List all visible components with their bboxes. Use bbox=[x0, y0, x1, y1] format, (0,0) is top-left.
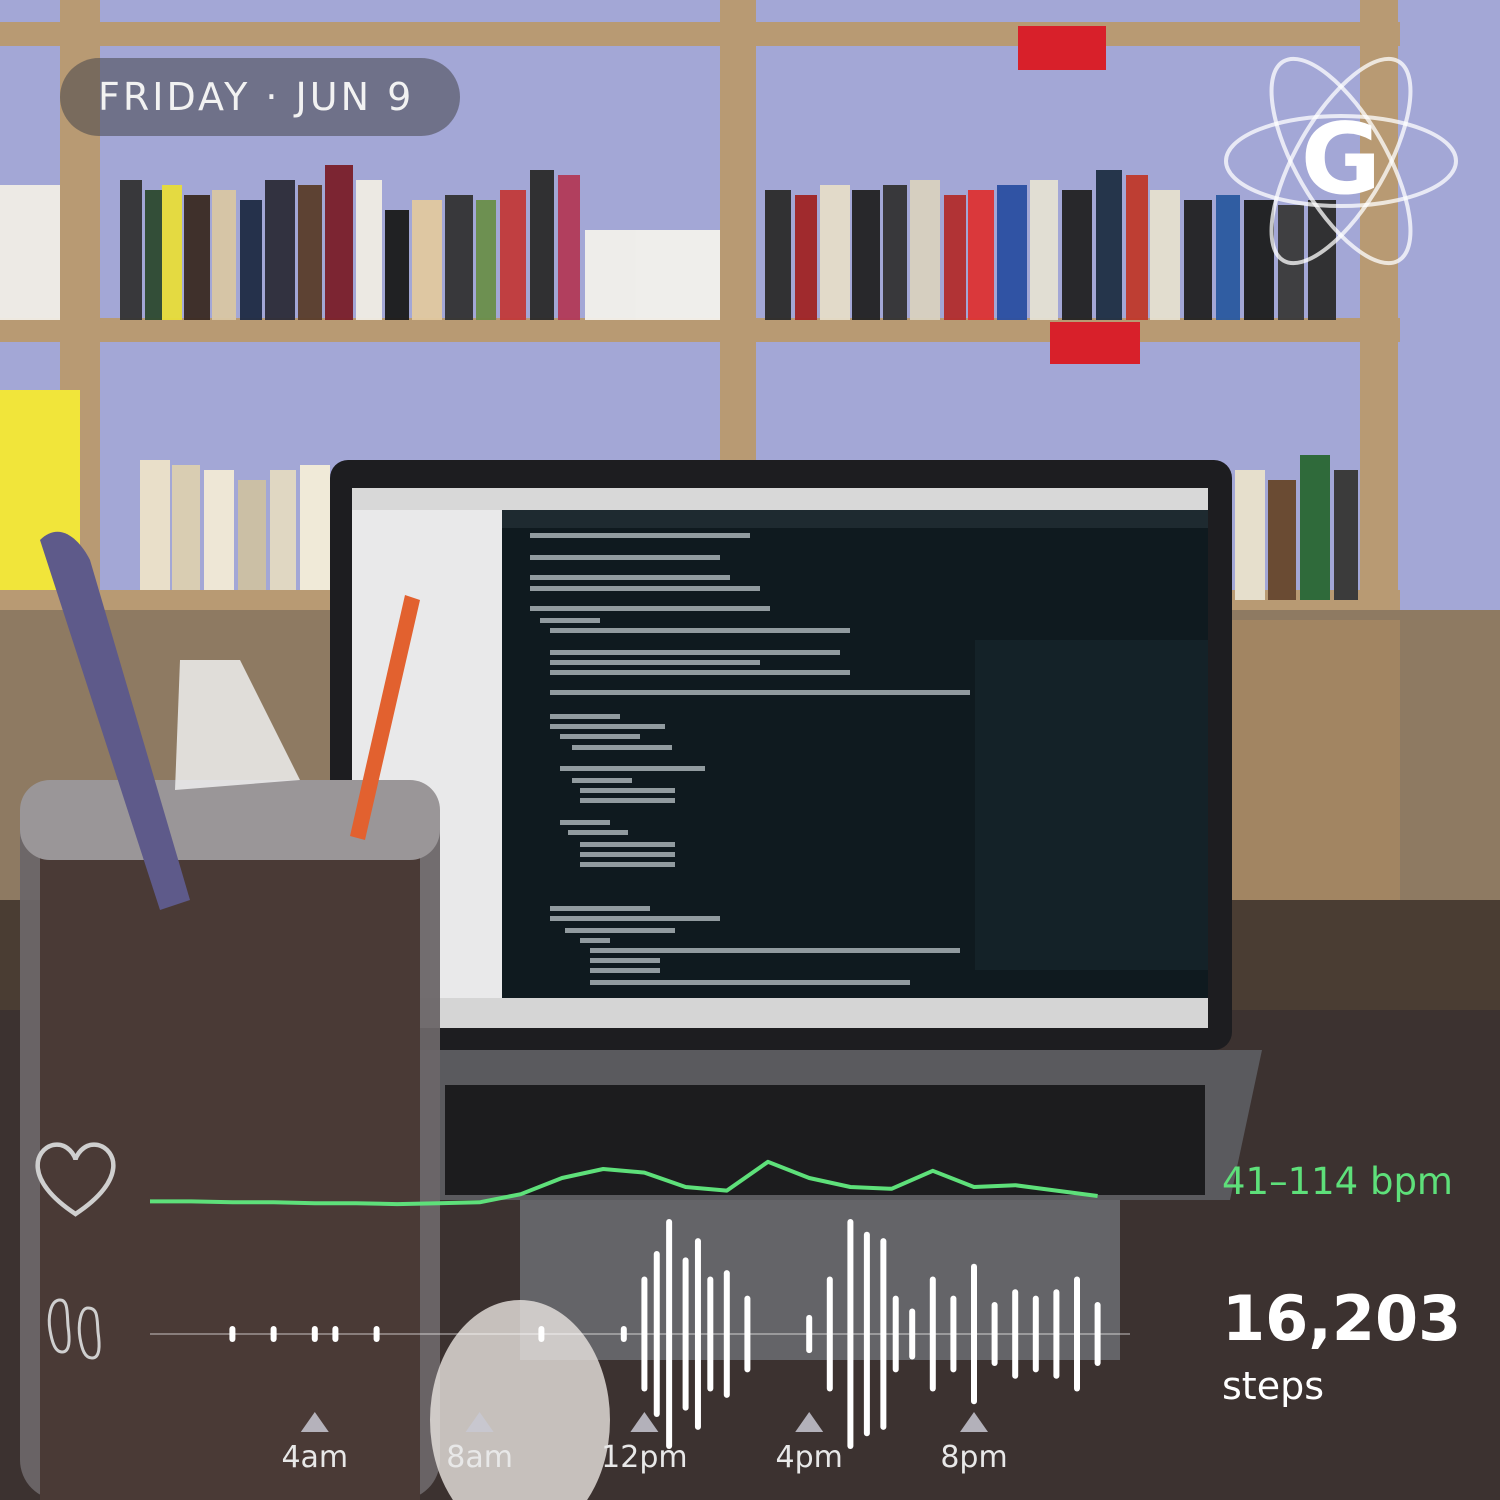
time-marker-icon bbox=[960, 1412, 988, 1432]
steps-bar bbox=[847, 1219, 854, 1449]
steps-bar bbox=[826, 1276, 833, 1392]
steps-bar bbox=[1053, 1289, 1060, 1379]
heart-outline-icon bbox=[35, 1142, 116, 1217]
steps-bar bbox=[863, 1231, 870, 1437]
steps-bar bbox=[641, 1276, 648, 1392]
time-marker-icon bbox=[795, 1412, 824, 1432]
steps-bar bbox=[620, 1326, 627, 1342]
time-axis-label: 8am bbox=[446, 1440, 513, 1475]
steps-bar bbox=[270, 1326, 277, 1342]
footprints-icon bbox=[47, 1298, 101, 1360]
steps-bar bbox=[909, 1308, 916, 1360]
steps-bar bbox=[806, 1314, 813, 1354]
heart-rate-line bbox=[150, 1159, 1098, 1207]
steps-bar bbox=[373, 1326, 380, 1342]
steps-bar bbox=[694, 1238, 701, 1430]
steps-bar bbox=[1032, 1295, 1039, 1373]
steps-bar bbox=[653, 1250, 660, 1418]
steps-unit: steps bbox=[1222, 1364, 1324, 1408]
steps-bar bbox=[991, 1302, 998, 1366]
time-axis-label: 4pm bbox=[775, 1440, 843, 1475]
steps-bar bbox=[311, 1326, 318, 1342]
steps-bar bbox=[971, 1263, 977, 1405]
steps-bar bbox=[1012, 1289, 1019, 1379]
time-axis-label: 4am bbox=[281, 1440, 349, 1475]
steps-bar bbox=[229, 1326, 236, 1342]
time-marker-icon bbox=[300, 1412, 329, 1432]
steps-bar bbox=[892, 1295, 899, 1373]
steps-bar bbox=[723, 1270, 730, 1398]
steps-count: 16,203 bbox=[1222, 1282, 1462, 1355]
steps-bar bbox=[744, 1295, 751, 1373]
activity-chart bbox=[35, 1142, 1130, 1449]
steps-bar bbox=[538, 1326, 545, 1342]
time-axis-label: 8pm bbox=[940, 1440, 1008, 1475]
steps-bar bbox=[929, 1276, 936, 1392]
time-axis-label: 12pm bbox=[601, 1440, 688, 1475]
steps-bar bbox=[682, 1257, 689, 1411]
steps-bar bbox=[332, 1326, 339, 1342]
steps-bar bbox=[666, 1219, 673, 1449]
heart-rate-range: 41–114 bpm bbox=[1222, 1160, 1453, 1203]
steps-bar bbox=[1094, 1302, 1101, 1366]
steps-bar bbox=[707, 1276, 714, 1392]
time-marker-icon bbox=[465, 1412, 494, 1432]
steps-bar bbox=[950, 1295, 957, 1373]
steps-bar bbox=[880, 1238, 887, 1430]
steps-bar bbox=[1074, 1276, 1080, 1392]
